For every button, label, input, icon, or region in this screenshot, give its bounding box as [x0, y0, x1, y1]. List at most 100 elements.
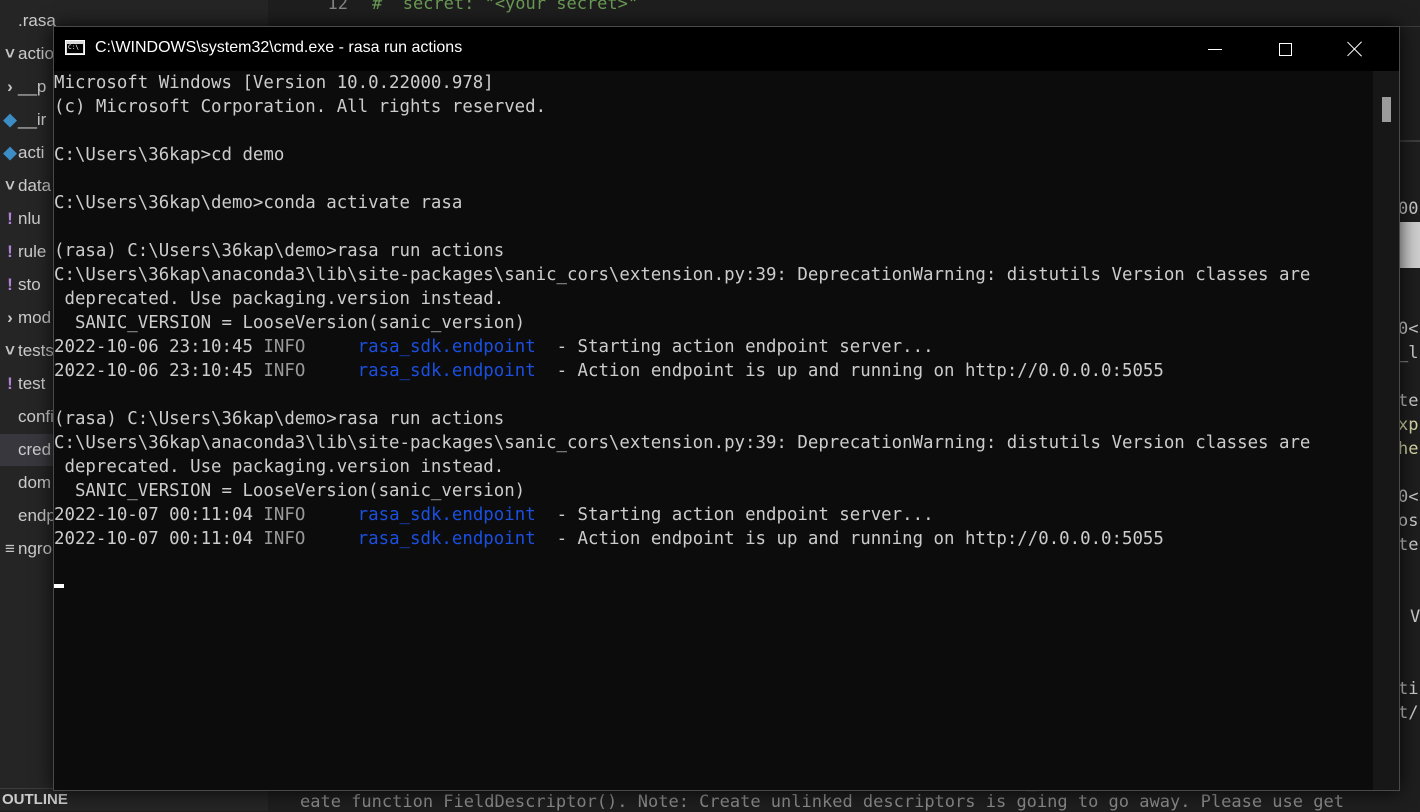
- log-source: rasa_sdk.endpoint: [357, 361, 536, 381]
- log-level: INFO: [263, 529, 306, 549]
- cmd-window[interactable]: C:\WINDOWS\system32\cmd.exe - rasa run a…: [53, 26, 1400, 791]
- sidebar-item[interactable]: dom: [0, 467, 51, 499]
- right-edge-fragment: os: [1398, 511, 1419, 531]
- sidebar-item-label: .rasa: [18, 11, 56, 30]
- panel-scroll-thumb[interactable]: [1400, 222, 1420, 268]
- scrollbar-thumb[interactable]: [1382, 97, 1391, 122]
- maximize-button[interactable]: [1250, 27, 1320, 71]
- right-edge-fragment: te: [1398, 535, 1419, 555]
- console-scrollbar[interactable]: [1373, 71, 1399, 790]
- close-button[interactable]: [1320, 27, 1390, 71]
- sidebar-item[interactable]: ! test: [0, 368, 45, 400]
- editor-line: 12 # secret: "<your secret>": [268, 0, 639, 14]
- sidebar-item[interactable]: .rasa: [0, 5, 56, 37]
- sidebar-item-label: mod: [18, 308, 52, 327]
- right-edge-fragment: ti: [1398, 679, 1419, 699]
- log-timestamp: 2022-10-06 23:10:45: [54, 337, 253, 357]
- minimize-icon: [1208, 48, 1222, 50]
- panel-divider: [1400, 140, 1420, 142]
- console-line: SANIC_VERSION = LooseVersion(sanic_versi…: [54, 481, 526, 501]
- log-line: 2022-10-06 23:10:45 INFO rasa_sdk.endpoi…: [54, 335, 1373, 359]
- sidebar-item[interactable]: ˅ data: [0, 170, 51, 202]
- chevron-down-icon: ˅: [5, 341, 15, 360]
- console-line: C:\Users\36kap>cd demo: [54, 145, 285, 165]
- log-source: rasa_sdk.endpoint: [357, 505, 536, 525]
- console-line: (rasa) C:\Users\36kap\demo>rasa run acti…: [54, 409, 505, 429]
- python-icon: ◆: [3, 110, 17, 129]
- right-edge-fragment: 0<: [1398, 319, 1419, 339]
- sidebar-item[interactable]: ◆__ir: [0, 104, 46, 136]
- log-line: 2022-10-07 00:11:04 INFO rasa_sdk.endpoi…: [54, 503, 1373, 527]
- chevron-down-icon: ˅: [5, 176, 15, 195]
- sidebar-item[interactable]: ˅ actio: [0, 38, 54, 70]
- window-title: C:\WINDOWS\system32\cmd.exe - rasa run a…: [95, 39, 463, 56]
- text-cursor: [54, 584, 64, 588]
- sidebar-item-label: confi: [18, 407, 54, 426]
- console-line: deprecated. Use packaging.version instea…: [54, 457, 505, 477]
- sidebar-item-label: __p: [18, 77, 47, 96]
- right-edge-fragment: 00: [1398, 199, 1419, 219]
- sidebar-item[interactable]: ˅ tests: [0, 335, 54, 367]
- sidebar-item[interactable]: › __p: [0, 71, 46, 103]
- sidebar-item[interactable]: ! nlu: [0, 203, 41, 235]
- sidebar-item-label: endp: [18, 506, 56, 525]
- minimize-button[interactable]: [1180, 27, 1250, 71]
- log-message: - Action endpoint is up and running on h…: [535, 361, 1164, 381]
- console-line: C:\Users\36kap\demo>conda activate rasa: [54, 193, 463, 213]
- log-line: 2022-10-06 23:10:45 INFO rasa_sdk.endpoi…: [54, 359, 1373, 383]
- title-bar[interactable]: C:\WINDOWS\system32\cmd.exe - rasa run a…: [54, 27, 1399, 71]
- chevron-right-icon: ›: [7, 77, 13, 96]
- log-timestamp: 2022-10-06 23:10:45: [54, 361, 253, 381]
- log-line: 2022-10-07 00:11:04 INFO rasa_sdk.endpoi…: [54, 527, 1373, 551]
- sidebar-item[interactable]: ! rule: [0, 236, 46, 268]
- sidebar-item[interactable]: ◆acti: [0, 137, 44, 169]
- sidebar-item[interactable]: ≡ ngro: [0, 533, 52, 565]
- sidebar-item-label: sto: [18, 275, 41, 294]
- sidebar-item-label: test: [18, 374, 46, 393]
- outline-section-header[interactable]: OUTLINE: [0, 788, 270, 812]
- equals-icon: ≡: [5, 539, 15, 558]
- log-level: INFO: [263, 361, 306, 381]
- exclamation-icon: !: [7, 374, 13, 393]
- log-timestamp: 2022-10-07 00:11:04: [54, 505, 253, 525]
- exclamation-icon: !: [7, 242, 13, 261]
- sidebar-item-label: rule: [18, 242, 47, 261]
- sidebar-item-label: acti: [18, 143, 45, 162]
- sidebar-item-label: __ir: [18, 110, 47, 129]
- sidebar-item[interactable]: ! sto: [0, 269, 41, 301]
- line-text: # secret: "<your secret>": [372, 0, 639, 14]
- sidebar-item-label: cred: [18, 440, 52, 459]
- console-output[interactable]: Microsoft Windows [Version 10.0.22000.97…: [54, 71, 1373, 790]
- sidebar-item[interactable]: confi: [0, 401, 54, 433]
- maximize-icon: [1278, 42, 1292, 56]
- log-source: rasa_sdk.endpoint: [357, 529, 536, 549]
- sidebar-item-label: ngro: [18, 539, 53, 558]
- console-line: (c) Microsoft Corporation. All rights re…: [54, 97, 547, 117]
- log-message: - Starting action endpoint server...: [535, 337, 934, 357]
- console-line: Microsoft Windows [Version 10.0.22000.97…: [54, 73, 494, 93]
- right-edge-fragment: t/: [1398, 703, 1419, 723]
- sidebar-item[interactable]: endp: [0, 500, 56, 532]
- python-icon: ◆: [3, 143, 17, 162]
- log-message: - Starting action endpoint server...: [535, 505, 934, 525]
- line-number: 12: [327, 0, 348, 14]
- right-edge-fragment: V: [1410, 607, 1420, 627]
- console-line: SANIC_VERSION = LooseVersion(sanic_versi…: [54, 313, 526, 333]
- sidebar-item[interactable]: › mod: [0, 302, 51, 334]
- cmd-app-icon[interactable]: [65, 40, 85, 55]
- console-line: C:\Users\36kap\anaconda3\lib\site-packag…: [54, 433, 1311, 453]
- console-line: C:\Users\36kap\anaconda3\lib\site-packag…: [54, 265, 1311, 285]
- chevron-down-icon: ˅: [5, 44, 15, 63]
- log-source: rasa_sdk.endpoint: [357, 337, 536, 357]
- right-edge-fragment: _l: [1398, 343, 1419, 363]
- log-timestamp: 2022-10-07 00:11:04: [54, 529, 253, 549]
- right-edge-fragment: te: [1398, 391, 1419, 411]
- sidebar-item-label: nlu: [18, 209, 41, 228]
- log-message: - Action endpoint is up and running on h…: [535, 529, 1164, 549]
- exclamation-icon: !: [7, 209, 13, 228]
- log-level: INFO: [263, 337, 306, 357]
